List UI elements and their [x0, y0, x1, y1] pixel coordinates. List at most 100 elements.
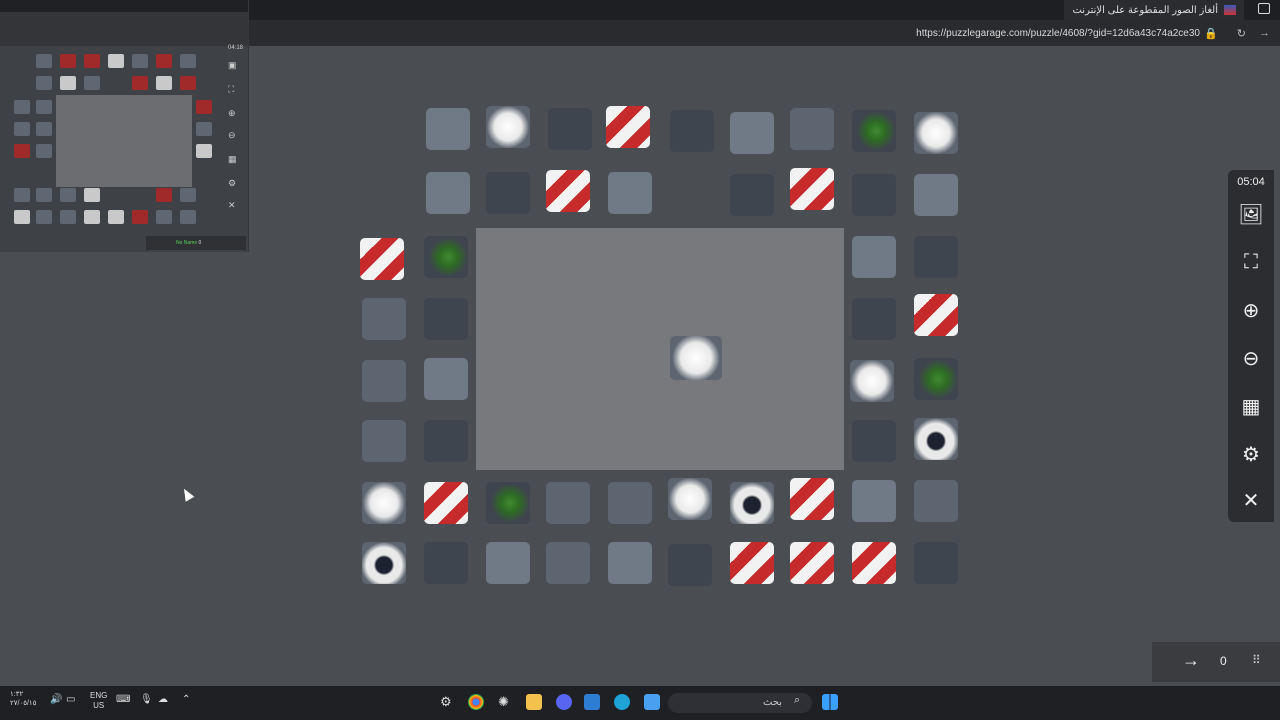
puzzle-piece[interactable]	[730, 542, 774, 584]
puzzle-piece[interactable]	[852, 298, 896, 340]
keyboard-icon[interactable]: ⌨	[116, 694, 130, 705]
apps-icon[interactable]: ✺	[498, 694, 509, 710]
puzzle-piece[interactable]	[546, 170, 590, 212]
arrange-button[interactable]: ▦	[1237, 392, 1265, 420]
close-button[interactable]: ✕	[1237, 486, 1265, 514]
file-explorer-icon[interactable]	[526, 694, 542, 710]
puzzle-piece-placed[interactable]	[670, 336, 722, 380]
grid-icon: ▦	[1241, 395, 1261, 418]
window-restore-icon[interactable]	[1258, 3, 1270, 14]
thumbnail-board	[56, 95, 192, 187]
arrow-right-icon[interactable]: →	[1182, 650, 1200, 671]
url-field[interactable]: https://puzzlegarage.com/puzzle/4608/?gi…	[916, 28, 1200, 39]
thumbnail-zoom-in-icon: ⊕	[228, 108, 236, 118]
settings-app-icon[interactable]: ⚙	[440, 694, 452, 710]
puzzle-piece[interactable]	[730, 174, 774, 216]
puzzle-piece[interactable]	[424, 482, 468, 524]
puzzle-piece[interactable]	[486, 542, 530, 584]
fullscreen-button[interactable]: ⛶	[1237, 248, 1265, 276]
reload-icon[interactable]: ↻	[1237, 27, 1246, 40]
gear-icon: ⚙	[1242, 443, 1260, 466]
puzzle-piece[interactable]	[362, 542, 406, 584]
mic-icon[interactable]: 🎙	[140, 694, 153, 705]
puzzle-piece[interactable]	[362, 360, 406, 402]
puzzle-piece[interactable]	[914, 236, 958, 278]
windows-start-icon[interactable]	[822, 694, 838, 710]
puzzle-piece[interactable]	[852, 420, 896, 462]
puzzle-piece[interactable]	[424, 236, 468, 278]
puzzle-piece[interactable]	[426, 108, 470, 150]
puzzle-piece[interactable]	[548, 108, 592, 150]
puzzle-piece[interactable]	[362, 482, 406, 524]
puzzle-piece[interactable]	[608, 482, 652, 524]
chevron-up-icon[interactable]: ⌃	[182, 694, 190, 705]
puzzle-piece[interactable]	[852, 480, 896, 522]
puzzle-piece[interactable]	[914, 418, 958, 460]
puzzle-piece[interactable]	[790, 478, 834, 520]
puzzle-piece[interactable]	[852, 542, 896, 584]
zoom-in-icon: ⊕	[1242, 299, 1260, 322]
puzzle-piece[interactable]	[362, 420, 406, 462]
lang-region: US	[93, 701, 105, 710]
zoom-in-button[interactable]: ⊕	[1237, 296, 1265, 324]
thumbnail-grid-icon: ▦	[228, 154, 237, 164]
puzzle-piece[interactable]	[606, 106, 650, 148]
puzzle-piece[interactable]	[730, 112, 774, 154]
chrome-icon[interactable]	[468, 694, 484, 710]
puzzle-piece[interactable]	[424, 542, 468, 584]
discord-icon[interactable]	[556, 694, 572, 710]
puzzle-piece[interactable]	[852, 110, 896, 152]
store-icon[interactable]	[584, 694, 600, 710]
puzzle-piece[interactable]	[608, 172, 652, 214]
puzzle-piece[interactable]	[486, 106, 530, 148]
mouse-cursor	[179, 486, 195, 502]
puzzle-board[interactable]	[476, 228, 844, 470]
puzzle-piece[interactable]	[730, 482, 774, 524]
taskbar-search[interactable]: بحث	[668, 693, 812, 713]
puzzle-piece[interactable]	[790, 108, 834, 150]
puzzle-piece[interactable]	[852, 236, 896, 278]
puzzle-piece[interactable]	[360, 238, 404, 280]
puzzle-piece[interactable]	[424, 298, 468, 340]
puzzle-piece[interactable]	[486, 482, 530, 524]
puzzle-piece[interactable]	[546, 482, 590, 524]
puzzle-piece[interactable]	[546, 542, 590, 584]
puzzle-piece[interactable]	[914, 112, 958, 154]
edge-icon[interactable]	[614, 694, 630, 710]
puzzle-piece[interactable]	[914, 294, 958, 336]
puzzle-piece[interactable]	[426, 172, 470, 214]
display-icon[interactable]: ▭	[66, 694, 75, 705]
browser-tab[interactable]: ألغاز الصور المقطوعة على الإنترنت	[1064, 0, 1244, 20]
puzzle-piece[interactable]	[914, 542, 958, 584]
puzzle-piece[interactable]	[852, 174, 896, 216]
cloud-icon[interactable]: ☁	[158, 694, 168, 705]
zoom-out-button[interactable]: ⊖	[1237, 344, 1265, 372]
system-clock[interactable]: ١:٣٢ ٢٧/٠٥/١٥	[10, 690, 36, 708]
speaker-icon[interactable]: 🔊	[50, 694, 62, 705]
puzzle-piece[interactable]	[850, 360, 894, 402]
zoom-out-icon: ⊖	[1242, 347, 1260, 370]
settings-button[interactable]: ⚙	[1237, 440, 1265, 468]
copilot-icon[interactable]	[644, 694, 660, 710]
puzzle-piece[interactable]	[914, 358, 958, 400]
puzzle-piece[interactable]	[608, 542, 652, 584]
image-preview-button[interactable]: 🖼	[1237, 200, 1265, 228]
forward-icon[interactable]: →	[1259, 27, 1270, 39]
chat-icon[interactable]: ⠿	[1252, 653, 1261, 667]
puzzle-piece[interactable]	[914, 174, 958, 216]
puzzle-piece[interactable]	[424, 358, 468, 400]
puzzle-piece[interactable]	[668, 544, 712, 586]
screen-preview-thumbnail: 04:18 ▣ ⛶ ⊕ ⊖ ▦ ⚙ ✕ No Name 0	[0, 0, 249, 252]
language-indicator[interactable]: ENG US	[90, 691, 107, 711]
puzzle-piece[interactable]	[668, 478, 712, 520]
puzzle-piece[interactable]	[362, 298, 406, 340]
puzzle-piece[interactable]	[424, 420, 468, 462]
puzzle-piece[interactable]	[670, 110, 714, 152]
clock-date: ٢٧/٠٥/١٥	[10, 700, 37, 707]
puzzle-piece[interactable]	[914, 480, 958, 522]
puzzle-piece[interactable]	[790, 542, 834, 584]
thumbnail-addressbar	[0, 12, 248, 46]
thumbnail-zoom-out-icon: ⊖	[228, 130, 236, 140]
puzzle-piece[interactable]	[486, 172, 530, 214]
puzzle-piece[interactable]	[790, 168, 834, 210]
